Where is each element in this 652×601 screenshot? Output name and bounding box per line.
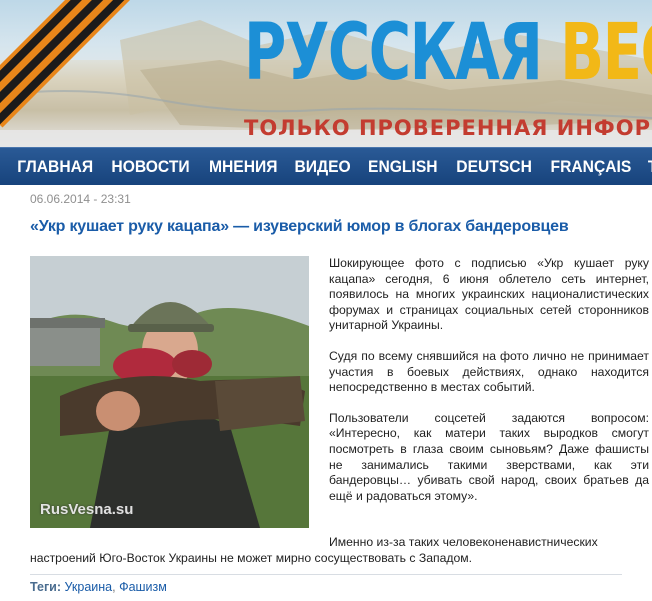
tags-label: Теги: xyxy=(30,580,62,594)
article-body: Шокирующее фото с подписью «Укр кушает р… xyxy=(329,256,649,519)
logo-title-part2: ВЕС xyxy=(560,8,652,98)
tag-link-ukraine[interactable]: Украина xyxy=(65,580,113,594)
nav-item-deutsch[interactable]: DEUTSCH xyxy=(451,157,538,177)
article-date: 06.06.2014 - 23:31 xyxy=(30,192,131,206)
article-paragraph-last-end: настроений Юго-Восток Украины не может м… xyxy=(30,550,473,565)
logo-title-part1: РУССКАЯ xyxy=(244,8,561,98)
article-paragraph: Шокирующее фото с подписью «Укр кушает р… xyxy=(329,256,649,333)
article: 06.06.2014 - 23:31 «Укр кушает руку каца… xyxy=(30,190,650,594)
nav-item-tv[interactable]: ТВ xyxy=(642,157,652,177)
nav-item-news[interactable]: НОВОСТИ xyxy=(106,157,195,177)
article-paragraph-last-start: Именно из-за таких человеконенавистничес… xyxy=(329,535,598,549)
tag-link-fascism[interactable]: Фашизм xyxy=(119,580,167,594)
site-logo-title[interactable]: РУССКАЯ ВЕС xyxy=(244,14,652,92)
article-paragraph: Судя по всему снявшийся на фото лично не… xyxy=(329,348,649,395)
article-paragraph-last: Именно из-за таких человеконенавистничес… xyxy=(30,535,650,566)
photo-watermark: RusVesna.su xyxy=(40,501,134,518)
nav-item-video[interactable]: ВИДЕО xyxy=(289,157,356,177)
nav-item-francais[interactable]: FRANÇAIS xyxy=(545,157,637,177)
article-title[interactable]: «Укр кушает руку кацапа» — изуверский юм… xyxy=(30,218,650,236)
site-header-banner: РУССКАЯ ВЕС ТОЛЬКО ПРОВЕРЕННАЯ ИНФОРМ xyxy=(0,0,652,147)
nav-item-english[interactable]: ENGLISH xyxy=(363,157,444,177)
article-tags: Теги: Украина, Фашизм xyxy=(30,574,622,594)
nav-item-home[interactable]: ГЛАВНАЯ xyxy=(12,157,99,177)
nav-item-opinions[interactable]: МНЕНИЯ xyxy=(203,157,283,177)
main-nav: ГЛАВНАЯ НОВОСТИ МНЕНИЯ ВИДЕО ENGLISH DEU… xyxy=(0,147,652,185)
article-photo[interactable]: RusVesna.su xyxy=(30,256,309,528)
site-slogan: ТОЛЬКО ПРОВЕРЕННАЯ ИНФОРМ xyxy=(244,116,652,140)
article-paragraph: Пользователи соцсетей задаются вопросом:… xyxy=(329,410,649,503)
st-george-ribbon-icon xyxy=(0,0,130,128)
photo-illustration xyxy=(30,256,309,528)
